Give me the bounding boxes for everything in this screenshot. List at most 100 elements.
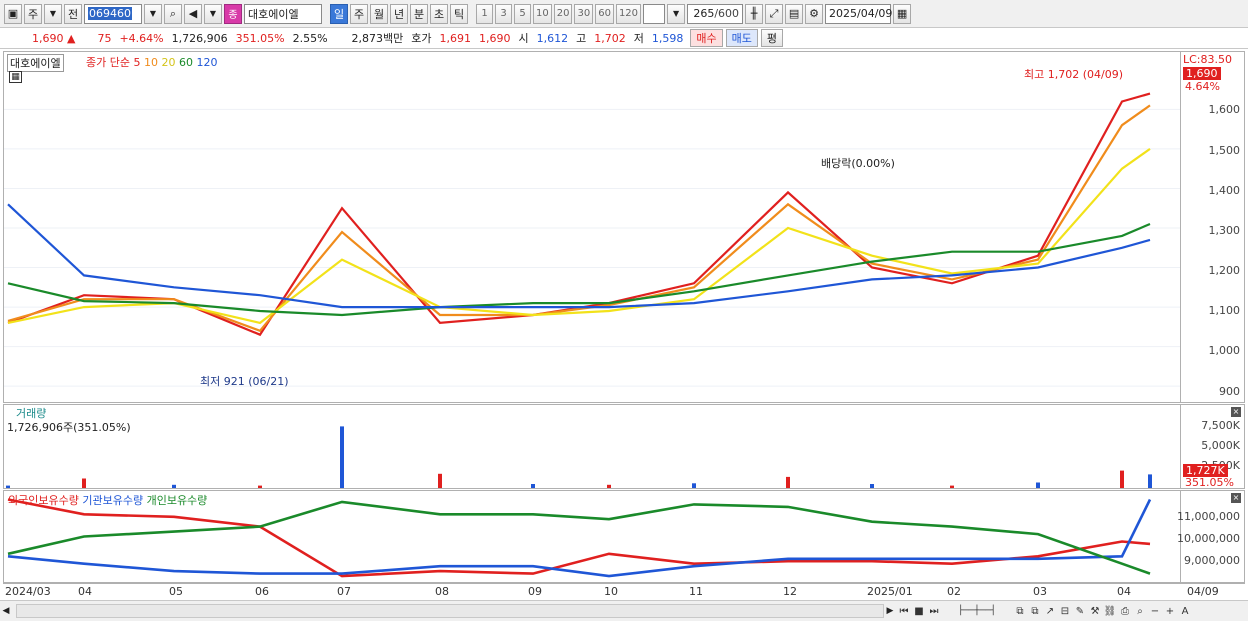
calendar-icon[interactable]: ▦ — [893, 3, 912, 24]
date-label-09: 09 — [528, 585, 542, 598]
stop-icon[interactable]: ■ — [912, 604, 926, 618]
trend-icon[interactable]: ↗ — [1043, 604, 1057, 618]
prev-button[interactable]: 전 — [64, 3, 82, 24]
holdings-pane-close-icon[interactable]: × — [1231, 493, 1241, 503]
date-label-2024-03: 2024/03 — [5, 585, 51, 598]
high-price: 1,702 — [594, 31, 626, 45]
minute-30[interactable]: 30 — [574, 3, 594, 24]
holdings-pane[interactable]: 외국인보유수량 기관보유수량 개인보유수량 — [3, 490, 1181, 583]
date-input[interactable]: 2025/04/09 — [825, 3, 892, 24]
dividend-note: 배당락(0.00%) — [821, 157, 895, 170]
count-input[interactable]: 265/600 — [687, 3, 744, 24]
ruler-icon[interactable]: ⊟ — [1058, 604, 1072, 618]
current-price: 1,690 ▲ — [32, 31, 76, 45]
ma10-label: 10 — [143, 56, 158, 69]
hoga-label: 호가 — [411, 32, 432, 45]
buy-button[interactable]: 매수 — [690, 29, 723, 47]
last-rate-label: 4.64% — [1185, 80, 1220, 93]
quote-bar: 1,690 ▲ 75 +4.64% 1,726,906 351.05% 2.55… — [0, 28, 1248, 49]
custom-interval-input[interactable] — [643, 3, 666, 24]
link-icon[interactable]: ⛓ — [1103, 604, 1117, 618]
minute-120[interactable]: 120 — [615, 3, 642, 24]
search-icon[interactable]: ⌕ — [164, 3, 182, 24]
zoom-icon[interactable]: ⌕ — [1133, 604, 1147, 618]
rewind-icon[interactable]: ⏮ — [897, 604, 911, 618]
interval-second[interactable]: 초 — [430, 3, 448, 24]
zoom-slider[interactable]: ├──┼──┤ — [942, 604, 1012, 618]
interval-tick[interactable]: 틱 — [450, 3, 468, 24]
scroll-left-icon[interactable]: ◀ — [0, 604, 12, 618]
minute-1[interactable]: 1 — [476, 3, 493, 24]
ytick-1100: 1,100 — [1208, 304, 1241, 317]
minute-5[interactable]: 5 — [514, 3, 531, 24]
date-label-07: 07 — [337, 585, 351, 598]
interval-year[interactable]: 년 — [390, 3, 408, 24]
sell-button[interactable]: 매도 — [725, 29, 758, 47]
ma60-label: 60 — [178, 56, 193, 69]
date-label-08: 08 — [435, 585, 449, 598]
stock-code-input[interactable]: 069460 — [84, 3, 142, 24]
code-dropdown-icon[interactable]: ▼ — [144, 3, 162, 24]
avg-button[interactable]: 평 — [760, 29, 784, 47]
zoom-in-icon[interactable]: + — [1163, 604, 1177, 618]
zoom-out-icon[interactable]: − — [1148, 604, 1162, 618]
volume-bar — [258, 485, 262, 488]
layout-icon[interactable]: ▣ — [4, 3, 22, 24]
interval-minute[interactable]: 분 — [410, 3, 428, 24]
jong-badge: 종 — [224, 3, 242, 24]
volume-bar — [172, 484, 176, 488]
ma120-label: 120 — [196, 56, 218, 69]
foreign-holdings-label: 외국인보유수량 — [8, 494, 79, 507]
stock-name-field: 대호에이엘 — [244, 3, 322, 24]
font-size-icon[interactable]: A — [1178, 604, 1192, 618]
ma20-label: 20 — [161, 56, 176, 69]
tools-icon[interactable]: ⚒ — [1088, 604, 1102, 618]
minute-10[interactable]: 10 — [533, 3, 552, 24]
volume-bar — [870, 484, 874, 488]
save-icon[interactable]: ▤ — [785, 3, 804, 24]
ytick-1200: 1,200 — [1208, 264, 1241, 277]
compare-icon[interactable]: ⧉ — [1013, 604, 1027, 618]
speaker-icon[interactable]: ◀ — [184, 3, 202, 24]
low-label: 저 — [633, 32, 644, 45]
date-label-06: 06 — [255, 585, 269, 598]
market-dropdown-icon[interactable]: ▼ — [44, 3, 62, 24]
date-label-04: 04 — [78, 585, 92, 598]
volume-pane-close-icon[interactable]: × — [1231, 407, 1241, 417]
date-label-11: 11 — [689, 585, 703, 598]
gear-icon[interactable]: ⚙ — [805, 3, 824, 24]
volume-bar — [340, 426, 344, 488]
price-chart — [4, 92, 1180, 387]
open-label: 시 — [518, 32, 529, 45]
minute-60[interactable]: 60 — [595, 3, 614, 24]
market-selector[interactable]: 주 — [24, 3, 42, 24]
scroll-track[interactable] — [16, 604, 884, 618]
price-pane[interactable]: 대호에이엘 종가 단순 5 10 20 60 120 ▦ 최고 1,702 (0… — [3, 51, 1181, 403]
speaker-dropdown-icon[interactable]: ▼ — [204, 3, 222, 24]
inst-holdings-label: 기관보유수량 — [82, 494, 144, 507]
minute-3[interactable]: 3 — [495, 3, 512, 24]
minute-20[interactable]: 20 — [553, 3, 573, 24]
ma5-label: 5 — [133, 56, 141, 69]
forward-icon[interactable]: ⏭ — [927, 604, 941, 618]
scroll-right-icon[interactable]: ▶ — [884, 604, 896, 618]
custom-interval-dropdown-icon[interactable]: ▼ — [667, 3, 686, 24]
high-label: 고 — [576, 32, 587, 45]
volume-bar — [786, 476, 790, 488]
volume-bar — [531, 484, 535, 488]
draw-icon[interactable]: ⤢ — [765, 3, 784, 24]
interval-week[interactable]: 주 — [350, 3, 368, 24]
table-icon[interactable]: ▦ — [9, 71, 22, 83]
edit-icon[interactable]: ✎ — [1073, 604, 1087, 618]
stock-name-label: 대호에이엘 — [7, 54, 64, 72]
holdings-legend: 외국인보유수량 기관보유수량 개인보유수량 — [8, 492, 207, 508]
price-change: 75 — [97, 31, 112, 45]
copy-icon[interactable]: ⧉ — [1028, 604, 1042, 618]
candle-icon[interactable]: ╫ — [745, 3, 764, 24]
print-icon[interactable]: ⎙ — [1118, 604, 1132, 618]
interval-day[interactable]: 일 — [330, 3, 348, 24]
series-line-10 — [7, 104, 1151, 333]
volume-pane[interactable]: 거래량 1,726,906주(351.05%) — [3, 404, 1181, 489]
interval-month[interactable]: 월 — [370, 3, 388, 24]
holdings-axis: × 11,000,000 10,000,000 9,000,000 — [1177, 490, 1245, 583]
